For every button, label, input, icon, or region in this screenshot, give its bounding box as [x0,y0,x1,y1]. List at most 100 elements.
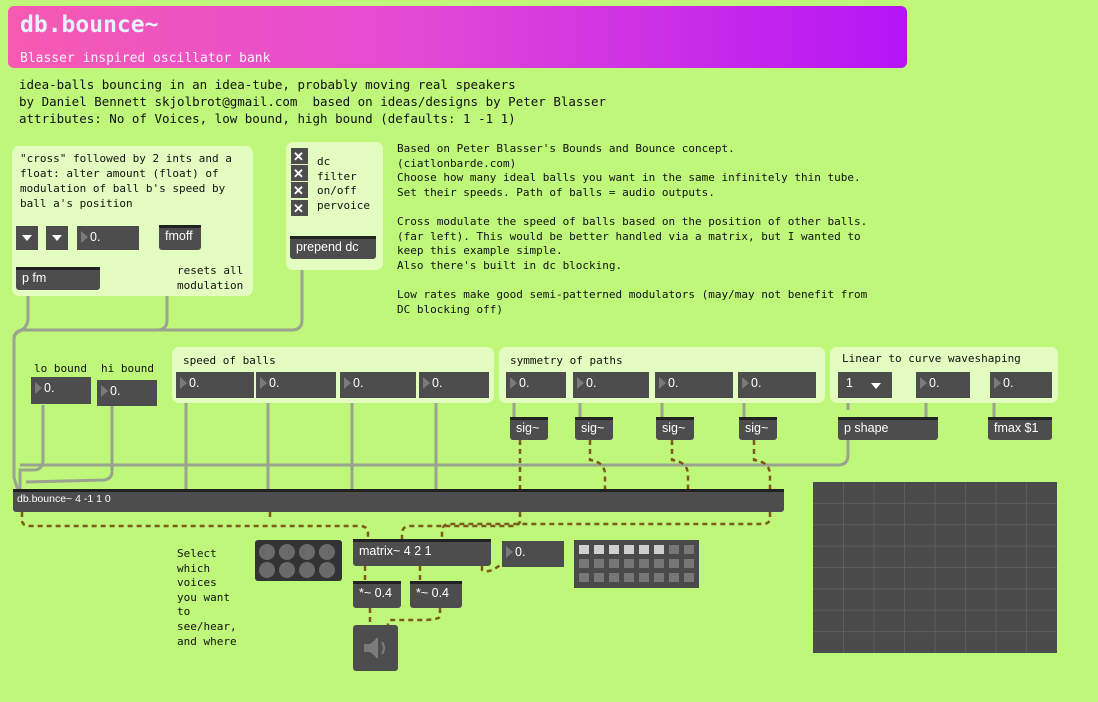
dc-toggle-panel: ✕ dc ✕ filter ✕ on/off ✕ pervoice prepen… [286,142,383,270]
number-arrow-icon [260,377,267,389]
grid-cell[interactable] [609,559,619,568]
description-line-3: attributes: No of Voices, low bound, hig… [19,111,516,126]
toggle-onoff-label: on/off [317,184,357,197]
header-banner: db.bounce~ Blasser inspired oscillator b… [8,6,907,68]
speed-number-1[interactable]: 0. [176,372,254,398]
grid-cell[interactable] [669,559,679,568]
number-arrow-icon [659,377,666,389]
sig-object-1[interactable]: sig~ [510,417,548,440]
number-arrow-icon [101,385,108,397]
led[interactable] [319,544,335,560]
grid-cell[interactable] [669,573,679,582]
voice-led-matrix[interactable] [255,540,342,581]
cross-modulation-panel: "cross" followed by 2 ints and a float: … [12,146,253,296]
symmetry-number-1[interactable]: 0. [506,372,566,398]
grid-cell[interactable] [594,573,604,582]
oscilloscope-display[interactable] [813,482,1057,653]
grid-cell[interactable] [639,545,649,554]
checkbox-x-icon: ✕ [293,183,304,198]
number-arrow-icon [35,382,42,394]
speaker-dac-button[interactable] [353,625,398,671]
symmetry-number-3[interactable]: 0. [655,372,733,398]
waveshaping-panel: Linear to curve waveshaping 1 0. 0. [830,347,1058,403]
lo-bound-number[interactable]: 0. [31,377,91,404]
led[interactable] [259,562,275,578]
db-bounce-object[interactable]: db.bounce~ 4 -1 1 0 [13,489,784,512]
chevron-down-icon [871,383,881,389]
number-arrow-icon [742,377,749,389]
grid-cell[interactable] [579,559,589,568]
shape-number-1[interactable]: 0. [916,372,970,398]
matrix-number[interactable]: 0. [502,541,564,567]
symmetry-panel: symmetry of paths 0. 0. 0. 0. [499,347,825,403]
toggle-dc[interactable]: ✕ [291,148,308,164]
grid-cell[interactable] [624,559,634,568]
symmetry-number-4[interactable]: 0. [738,372,816,398]
speed-number-4[interactable]: 0. [419,372,489,398]
hi-bound-label: hi bound [101,362,154,375]
number-arrow-icon [994,377,1001,389]
fmax-message[interactable]: fmax $1 [988,417,1052,440]
grid-cell[interactable] [639,573,649,582]
grid-cell[interactable] [654,545,664,554]
grid-cell[interactable] [684,559,694,568]
page-subtitle: Blasser inspired oscillator bank [20,51,271,66]
grid-cell[interactable] [579,573,589,582]
led[interactable] [299,544,315,560]
prepend-dc-object[interactable]: prepend dc [290,236,376,259]
grid-cell[interactable] [594,545,604,554]
led[interactable] [319,562,335,578]
gain-object-left[interactable]: *~ 0.4 [353,581,401,608]
sig-object-4[interactable]: sig~ [739,417,777,440]
led[interactable] [279,544,295,560]
led[interactable] [259,544,275,560]
toggle-dc-label: dc [317,155,331,168]
grid-cell[interactable] [654,573,664,582]
number-arrow-icon [577,377,584,389]
select-voices-comment: Select which voices you want to see/hear… [177,547,237,648]
speaker-icon [364,637,385,659]
grid-cell[interactable] [609,573,619,582]
page-title: db.bounce~ [20,12,159,38]
grid-cell[interactable] [594,559,604,568]
grid-cell[interactable] [609,545,619,554]
speed-number-3[interactable]: 0. [340,372,416,398]
speed-panel: speed of balls 0. 0. 0. 0. [172,347,494,403]
led[interactable] [279,562,295,578]
matrix-control-grid[interactable] [574,540,699,588]
grid-cell[interactable] [654,559,664,568]
grid-cell[interactable] [684,573,694,582]
gain-object-right[interactable]: *~ 0.4 [410,581,462,608]
speed-number-2[interactable]: 0. [256,372,336,398]
matrix-object[interactable]: matrix~ 4 2 1 [353,539,491,566]
toggle-filter[interactable]: ✕ [291,165,308,181]
grid-cell[interactable] [684,545,694,554]
number-arrow-icon [344,377,351,389]
grid-cell[interactable] [639,559,649,568]
resets-comment: resets all modulation [177,264,244,292]
led[interactable] [299,562,315,578]
sig-object-2[interactable]: sig~ [575,417,613,440]
shape-number-2[interactable]: 0. [990,372,1052,398]
symmetry-panel-title: symmetry of paths [510,354,623,367]
shape-menu[interactable]: 1 [838,372,892,398]
sig-object-3[interactable]: sig~ [656,417,694,440]
waveshaping-panel-title: Linear to curve waveshaping [842,352,1021,365]
grid-cell[interactable] [579,545,589,554]
grid-cell[interactable] [624,573,634,582]
symmetry-number-2[interactable]: 0. [573,372,649,398]
p-fm-object[interactable]: p fm [16,267,100,290]
hi-bound-number[interactable]: 0. [97,380,157,406]
p-shape-object[interactable]: p shape [838,417,938,440]
oscilloscope-grid [813,482,1057,653]
toggle-onoff[interactable]: ✕ [291,182,308,198]
grid-cell[interactable] [624,545,634,554]
number-arrow-icon [506,546,513,558]
fmoff-message[interactable]: fmoff [159,225,201,250]
toggle-pervoice[interactable]: ✕ [291,200,308,216]
grid-cell[interactable] [669,545,679,554]
voice-b-menu[interactable] [46,226,68,250]
chevron-down-icon [22,235,32,241]
voice-a-menu[interactable] [16,226,38,250]
cross-amount-number[interactable]: 0. [77,226,139,250]
